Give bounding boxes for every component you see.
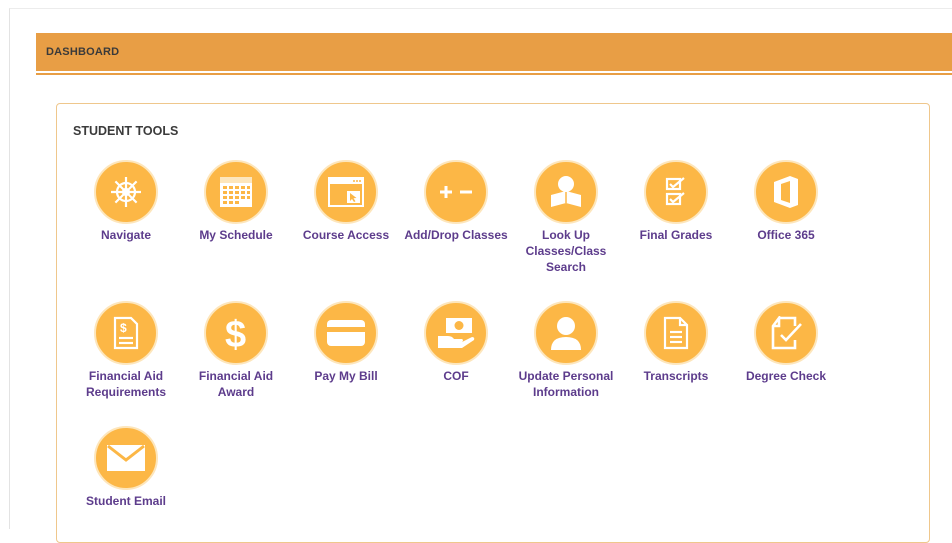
tool-label: Look Up Classes/Class Search [525,228,607,274]
tool-navigate[interactable]: Navigate [71,160,181,243]
document-icon [644,301,708,365]
tool-label: Financial Aid Award [198,369,274,399]
tool-final-grades[interactable]: Final Grades [621,160,731,243]
tool-label: Update Personal Information [518,369,614,399]
tool-my-schedule[interactable]: My Schedule [181,160,291,243]
tool-cof[interactable]: COF [401,301,511,384]
tool-label: Degree Check [745,369,827,383]
browser-window-icon [314,160,378,224]
tool-label: Final Grades [639,228,713,242]
office-logo-icon [754,160,818,224]
tool-label: COF [443,369,469,383]
student-tools-panel: STUDENT TOOLS Navigate My Schedule Cours… [56,103,930,543]
tool-course-access[interactable]: Course Access [291,160,401,243]
tool-label: Course Access [302,228,390,242]
tool-look-up-classes[interactable]: Look Up Classes/Class Search [511,160,621,275]
svg-text:$: $ [120,321,127,335]
tool-label: Pay My Bill [314,369,378,383]
svg-text:$: $ [225,314,246,353]
dollar-sign-icon: $ [204,301,268,365]
ships-wheel-icon [94,160,158,224]
tool-update-personal-information[interactable]: Update Personal Information [511,301,621,400]
calendar-icon [204,160,268,224]
user-icon [534,301,598,365]
tool-label: My Schedule [199,228,273,242]
tool-pay-my-bill[interactable]: Pay My Bill [291,301,401,384]
tool-financial-aid-award[interactable]: $ Financial Aid Award [181,301,291,400]
tool-student-email[interactable]: Student Email [71,426,181,509]
tool-add-drop-classes[interactable]: Add/Drop Classes [401,160,511,243]
tool-label: Financial Aid Requirements [85,369,167,399]
credit-card-icon [314,301,378,365]
tool-label: Student Email [85,494,166,508]
dollar-document-icon: $ [94,301,158,365]
tool-label: Office 365 [757,228,815,242]
reader-icon [534,160,598,224]
plus-minus-icon [424,160,488,224]
tool-transcripts[interactable]: Transcripts [621,301,731,384]
tool-office-365[interactable]: Office 365 [731,160,841,243]
dashboard-header: DASHBOARD [36,33,952,71]
envelope-icon [94,426,158,490]
money-hand-icon [424,301,488,365]
tool-label: Add/Drop Classes [404,228,508,242]
document-check-icon [754,301,818,365]
dashboard-title: DASHBOARD [46,46,120,58]
tool-degree-check[interactable]: Degree Check [731,301,841,384]
header-divider [36,73,952,75]
checklist-icon [644,160,708,224]
tool-label: Transcripts [643,369,709,383]
student-tools-title: STUDENT TOOLS [73,124,179,138]
tool-financial-aid-requirements[interactable]: $ Financial Aid Requirements [71,301,181,400]
tool-label: Navigate [100,228,152,242]
